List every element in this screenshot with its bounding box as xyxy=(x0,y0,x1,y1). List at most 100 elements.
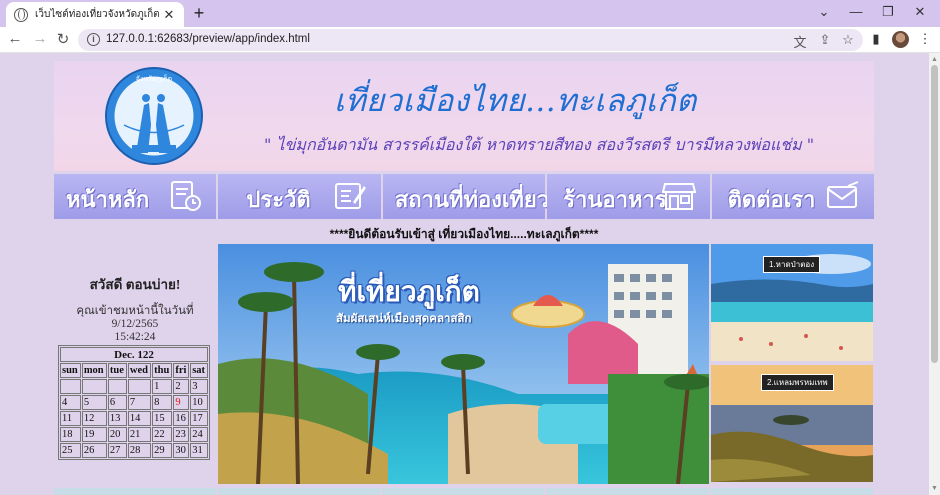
calendar-weekday: thu xyxy=(152,363,173,378)
calendar-day[interactable]: 5 xyxy=(81,395,107,410)
site-banner: จังหวัดภูเก็ต เที่ยวเมืองไทย...ทะเลภูเก็… xyxy=(54,61,874,171)
translate-icon[interactable]: 文 xyxy=(792,32,808,51)
window-close-button[interactable]: ✕ xyxy=(910,4,930,20)
site-title: เที่ยวเมืองไทย...ทะเลภูเก็ต xyxy=(334,83,697,119)
profile-avatar[interactable] xyxy=(892,31,909,48)
calendar-weekday: sun xyxy=(60,363,81,378)
thumbnail-label-patong: 1.หาดป่าตอง xyxy=(763,256,821,273)
share-icon[interactable]: ⇪ xyxy=(817,32,833,48)
nav-history[interactable]: ประวัติ xyxy=(218,174,381,219)
calendar-day[interactable]: 15 xyxy=(152,411,173,426)
calendar-day[interactable]: 14 xyxy=(127,411,152,426)
minimize-button[interactable]: — xyxy=(846,4,866,19)
calendar-day[interactable]: 20 xyxy=(107,427,127,442)
calendar-day[interactable]: 13 xyxy=(107,411,127,426)
calendar-weekday: sat xyxy=(190,363,208,378)
calendar-day[interactable]: 12 xyxy=(81,411,107,426)
calendar-day[interactable]: 21 xyxy=(127,427,152,442)
calendar-day xyxy=(81,379,107,394)
bookmark-star-icon[interactable]: ☆ xyxy=(840,32,856,48)
calendar-day[interactable]: 30 xyxy=(173,443,190,458)
bottom-thumbnail-strip xyxy=(382,488,544,495)
calendar: Dec. 122 sun mon tue wed thu fri sat 123456789… xyxy=(58,345,210,460)
new-tab-button[interactable]: + xyxy=(190,3,208,24)
site-motto: " ไข่มุกอันดามัน สวรรค์เมืองใต้ หาดทรายส… xyxy=(264,135,815,154)
welcome-marquee: ****ยินดีต้อนรับเข้าสู่ เที่ยวเมืองไทย..… xyxy=(329,227,599,241)
calendar-day[interactable]: 23 xyxy=(173,427,190,442)
address-bar[interactable]: i 127.0.0.1:62683/preview/app/index.html… xyxy=(78,29,863,51)
thumbnail-promthep[interactable]: 2.แหลมพรหมเทพ xyxy=(711,365,873,482)
calendar-day[interactable]: 9 xyxy=(173,395,190,410)
site-info-icon[interactable]: i xyxy=(87,33,100,46)
nav-restaurants-label: ร้านอาหาร xyxy=(563,187,667,212)
tab-search-chevron-icon[interactable]: ⌄ xyxy=(814,4,834,20)
tab-title: เว็บไซต์ท่องเที่ยวจังหวัดภูเก็ต xyxy=(35,9,160,20)
calendar-day[interactable]: 24 xyxy=(190,427,208,442)
visit-time: 15:42:24 xyxy=(114,331,156,343)
nav-history-label: ประวัติ xyxy=(246,187,311,212)
calendar-day[interactable]: 29 xyxy=(152,443,173,458)
visit-info: คุณเข้าชมหน้านี้ในวันที่ 9/12/2565 15:42… xyxy=(54,305,216,344)
browser-toolbar: ← → ↻ i 127.0.0.1:62683/preview/app/inde… xyxy=(0,27,940,53)
calendar-day[interactable]: 16 xyxy=(173,411,190,426)
calendar-weekday: wed xyxy=(127,363,152,378)
kebab-menu-icon[interactable]: ⋮ xyxy=(917,31,933,47)
scroll-thumb[interactable] xyxy=(931,65,938,363)
calendar-day[interactable]: 17 xyxy=(190,411,208,426)
calendar-day[interactable]: 31 xyxy=(190,443,208,458)
tab-close-icon[interactable]: ✕ xyxy=(162,7,176,23)
calendar-day[interactable]: 22 xyxy=(152,427,173,442)
calendar-day[interactable]: 18 xyxy=(60,427,81,442)
calendar-weekday: fri xyxy=(173,363,190,378)
side-panel-icon[interactable]: ▮ xyxy=(868,31,884,47)
calendar-day[interactable]: 10 xyxy=(190,395,208,410)
seal-text: จังหวัดภูเก็ต xyxy=(136,74,173,83)
calendar-day xyxy=(127,379,152,394)
calendar-week-row: 25 26 27 28 29 30 31 xyxy=(60,443,208,458)
storefront-icon xyxy=(661,183,696,210)
nav-home[interactable]: หน้าหลัก xyxy=(54,174,217,219)
calendar-title: Dec. 122 xyxy=(60,347,208,362)
page-scrollbar[interactable]: ▲ ▼ xyxy=(929,53,940,495)
maximize-button[interactable]: ❐ xyxy=(878,4,898,20)
envelope-icon xyxy=(827,181,859,208)
thumbnail-patong[interactable]: 1.หาดป่าตอง xyxy=(711,244,873,361)
nav-attractions-label: สถานที่ท่องเที่ยว xyxy=(394,187,550,212)
calendar-day[interactable]: 4 xyxy=(60,395,81,410)
url-text[interactable]: 127.0.0.1:62683/preview/app/index.html xyxy=(106,33,310,45)
main-nav: หน้าหลัก ประวัติ สถานที่ท่องเที่ยว ร้านอ… xyxy=(54,174,875,219)
visit-date-text: คุณเข้าชมหน้านี้ในวันที่ 9/12/2565 xyxy=(76,305,194,330)
calendar-day[interactable]: 3 xyxy=(190,379,208,394)
browser-tab[interactable]: เว็บไซต์ท่องเที่ยวจังหวัดภูเก็ต ✕ xyxy=(6,2,184,27)
calendar-day[interactable]: 2 xyxy=(173,379,190,394)
calendar-day[interactable]: 11 xyxy=(60,411,81,426)
back-arrow-icon[interactable]: ← xyxy=(6,30,24,47)
reload-icon[interactable]: ↻ xyxy=(54,30,72,48)
nav-attractions[interactable]: สถานที่ท่องเที่ยว xyxy=(382,174,549,219)
calendar-week-row: 11 12 13 14 15 16 17 xyxy=(60,411,208,426)
calendar-week-row: 123 xyxy=(60,379,208,394)
calendar-day[interactable]: 6 xyxy=(107,395,127,410)
forward-arrow-icon[interactable]: → xyxy=(31,30,49,47)
scroll-down-arrow-icon[interactable]: ▼ xyxy=(931,485,938,492)
calendar-day xyxy=(60,379,81,394)
browser-tab-bar: เว็บไซต์ท่องเที่ยวจังหวัดภูเก็ต ✕ + ⌄ — … xyxy=(0,0,940,27)
calendar-day[interactable]: 7 xyxy=(127,395,152,410)
calendar-week-row: 4 5 6 7 8 9 10 xyxy=(60,395,208,410)
nav-restaurants[interactable]: ร้านอาหาร xyxy=(547,174,710,219)
notebook-pen-icon xyxy=(334,183,366,209)
calendar-day[interactable]: 27 xyxy=(107,443,127,458)
calendar-day[interactable]: 19 xyxy=(81,427,107,442)
calendar-day xyxy=(107,379,127,394)
hero-subtitle: สัมผัสเสน่ห์เมืองสุดคลาสสิก xyxy=(336,313,472,325)
calendar-day[interactable]: 25 xyxy=(60,443,81,458)
calendar-day[interactable]: 8 xyxy=(152,395,173,410)
bottom-thumbnail-strip xyxy=(711,488,873,495)
calendar-day[interactable]: 1 xyxy=(152,379,173,394)
calendar-day[interactable]: 28 xyxy=(127,443,152,458)
nav-contact-label: ติดต่อเรา xyxy=(727,187,816,212)
scroll-up-arrow-icon[interactable]: ▲ xyxy=(931,56,938,63)
calendar-day[interactable]: 26 xyxy=(81,443,107,458)
nav-contact[interactable]: ติดต่อเรา xyxy=(711,174,875,219)
thumbnail-label-promthep: 2.แหลมพรหมเทพ xyxy=(761,374,834,391)
